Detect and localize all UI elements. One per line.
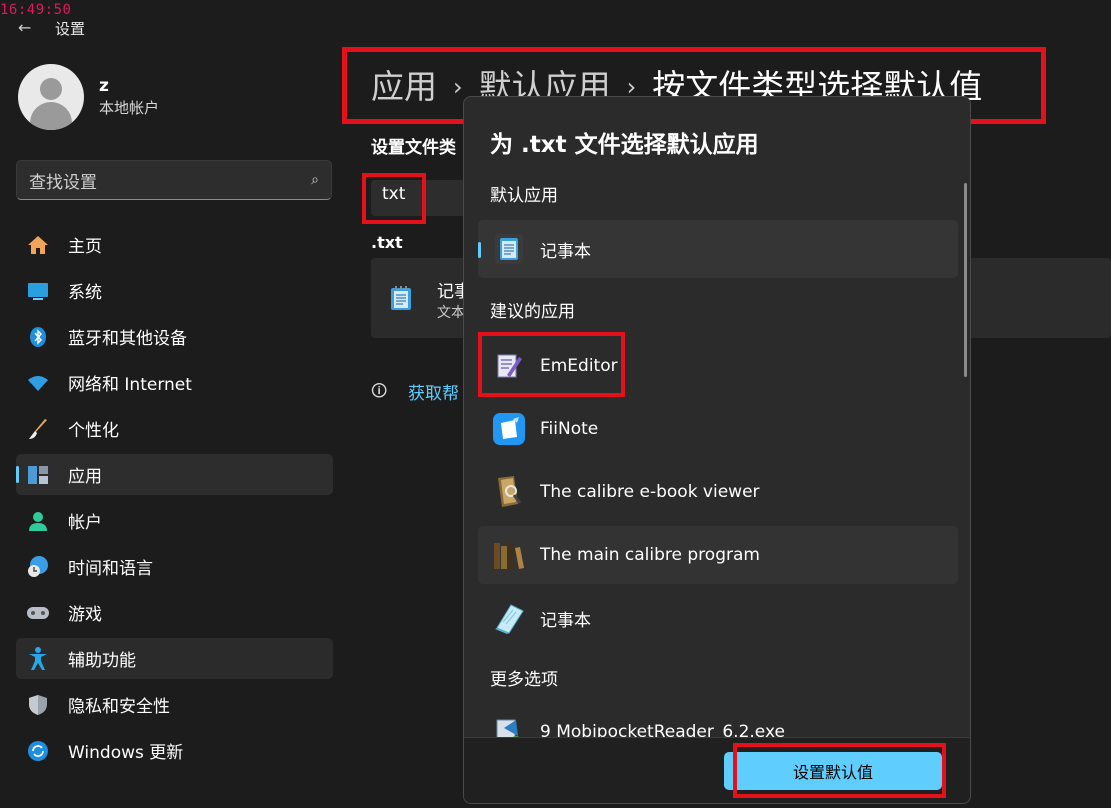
sidebar-item-label: Windows 更新 [68,743,184,763]
account-icon [26,509,50,533]
sidebar-item-label: 系统 [68,283,102,303]
get-help-link[interactable]: 获取帮 [408,379,464,404]
suggested-section-label: 建议的应用 [490,302,575,322]
section-label: 设置文件类 [371,138,456,158]
search-placeholder: 查找设置 [29,172,97,193]
notepad-legacy-icon [492,600,526,636]
default-app-section-label: 默认应用 [490,186,558,206]
sidebar-item-system[interactable]: 系统 [16,270,333,311]
app-label: FiiNote [540,419,599,439]
sidebar-item-label: 时间和语言 [68,559,153,579]
highlight-box-extension [362,173,426,224]
brush-icon [26,417,50,441]
avatar [18,64,84,130]
back-arrow-icon[interactable]: ← [18,19,36,37]
more-options-section-label: 更多选项 [490,670,558,690]
app-option-calibre-viewer[interactable]: The calibre e-book viewer [478,463,958,521]
sidebar-item-label: 蓝牙和其他设备 [68,329,187,349]
app-label: 记事本 [540,241,591,262]
default-app-dialog: 为 .txt 文件选择默认应用 默认应用 记事本 建议的应用 EmEditor … [463,96,971,804]
sidebar-item-label: 网络和 Internet [68,375,192,395]
sidebar-item-gaming[interactable]: 游戏 [16,592,333,633]
apps-icon [26,463,50,487]
home-icon [26,233,50,257]
app-option-fiinote[interactable]: FiiNote [478,400,958,458]
shield-icon [26,693,50,717]
sidebar-item-accounts[interactable]: 帐户 [16,500,333,541]
title-bar: ← 设置 [18,18,85,38]
window-title: 设置 [55,19,86,38]
app-option-notepad-legacy[interactable]: 记事本 [478,589,958,647]
account-type: 本地帐户 [99,99,160,117]
app-option-calibre-main[interactable]: The main calibre program [478,526,958,584]
current-app-sub: 文本 [437,305,465,321]
sidebar-item-privacy[interactable]: 隐私和安全性 [16,684,333,725]
globe-clock-icon [26,555,50,579]
display-icon [26,279,50,303]
update-icon [26,739,50,763]
sidebar-item-network[interactable]: 网络和 Internet [16,362,333,403]
sidebar-item-windows-update[interactable]: Windows 更新 [16,730,333,771]
search-input[interactable]: 查找设置 ⌕ [16,160,332,200]
wifi-icon [26,371,50,395]
gamepad-icon [26,601,50,625]
sidebar-item-label: 辅助功能 [68,651,136,671]
sidebar-item-bluetooth[interactable]: 蓝牙和其他设备 [16,316,333,357]
highlight-box-emeditor [478,332,625,397]
sidebar-item-personalization[interactable]: 个性化 [16,408,333,449]
extension-heading: .txt [371,233,403,252]
user-name: z [99,76,109,96]
sidebar-item-label: 帐户 [68,513,102,533]
sidebar-item-label: 游戏 [68,605,102,625]
search-icon[interactable]: ⌕ [311,172,319,188]
sidebar-item-label: 应用 [68,467,102,487]
sidebar-item-label: 隐私和安全性 [68,697,170,717]
sidebar-item-label: 主页 [68,237,102,257]
calibre-library-icon [492,537,526,573]
accessibility-icon [26,646,50,671]
current-app-name: 记事 [437,282,465,302]
sidebar-item-label: 个性化 [68,421,119,441]
dialog-scrollbar[interactable] [964,183,967,377]
user-profile[interactable]: z 本地帐户 [18,64,159,130]
default-app-row[interactable]: 记事本 [478,220,958,278]
calibre-viewer-icon [492,474,526,510]
sidebar-item-time-language[interactable]: 时间和语言 [16,546,333,587]
sidebar-item-apps[interactable]: 应用 [16,454,333,495]
sidebar-item-home[interactable]: 主页 [16,224,333,265]
sidebar-nav: 主页 系统 蓝牙和其他设备 网络和 Internet 个性化 应用 帐户 时间和… [16,224,333,776]
notepad-icon [492,231,526,267]
highlight-box-set-default [733,743,946,798]
bluetooth-icon [26,325,50,349]
app-label: The calibre e-book viewer [540,482,760,502]
app-label: 记事本 [540,610,591,631]
sidebar-item-accessibility[interactable]: 辅助功能 [16,638,333,679]
dialog-title: 为 .txt 文件选择默认应用 [490,132,759,158]
app-label: The main calibre program [540,545,760,565]
notepad-icon [390,285,412,315]
fiinote-icon [492,411,526,447]
help-icon: 🛈 [371,381,388,400]
